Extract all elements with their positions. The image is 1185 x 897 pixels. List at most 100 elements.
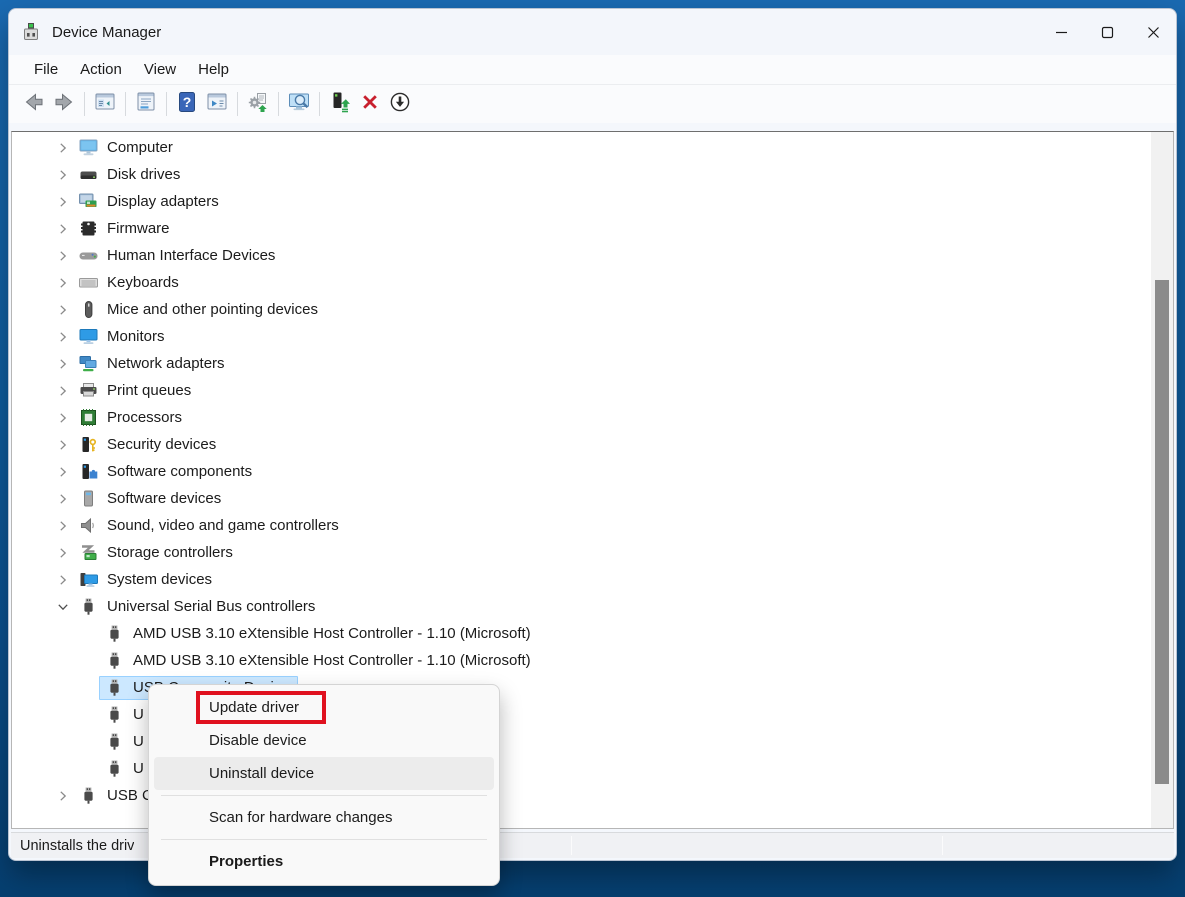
- maximize-button[interactable]: [1084, 9, 1130, 55]
- toolbar-separator: [166, 92, 167, 116]
- chevron-right-icon[interactable]: [52, 789, 73, 803]
- context-menu-item-update-driver[interactable]: Update driver: [154, 691, 494, 724]
- tree-item[interactable]: AMD USB 3.10 eXtensible Host Controller …: [12, 647, 1173, 674]
- statusbar-divider: [942, 836, 943, 855]
- tree-item[interactable]: AMD USB 3.10 eXtensible Host Controller …: [12, 620, 1173, 647]
- context-menu-separator: [161, 795, 487, 796]
- toolbar-button-properties[interactable]: [131, 89, 161, 119]
- tree-item[interactable]: Software devices: [12, 485, 1173, 512]
- chevron-right-icon[interactable]: [52, 519, 73, 533]
- chevron-right-icon[interactable]: [52, 249, 73, 263]
- tree-item-label: Software devices: [107, 490, 221, 507]
- context-menu-item-properties[interactable]: Properties: [154, 845, 494, 878]
- tree-item[interactable]: Mice and other pointing devices: [12, 296, 1173, 323]
- row-content: AMD USB 3.10 eXtensible Host Controller …: [99, 622, 539, 646]
- chevron-right-icon[interactable]: [52, 546, 73, 560]
- minimize-button[interactable]: [1038, 9, 1084, 55]
- close-button[interactable]: [1130, 9, 1176, 55]
- toolbar-button-help[interactable]: ?: [172, 89, 202, 119]
- tree-item[interactable]: Keyboards: [12, 269, 1173, 296]
- update-driver-icon: [328, 90, 352, 119]
- toolbar-button-forward[interactable]: [49, 89, 79, 119]
- row-content: Software devices: [73, 487, 229, 511]
- tree-item[interactable]: Human Interface Devices: [12, 242, 1173, 269]
- row-content: Firmware: [73, 217, 178, 241]
- chevron-right-icon[interactable]: [52, 465, 73, 479]
- minimize-icon: [1055, 26, 1068, 39]
- row-content: U: [99, 757, 152, 781]
- chevron-right-icon[interactable]: [52, 438, 73, 452]
- tree-item-label: Mice and other pointing devices: [107, 301, 318, 318]
- context-menu-item-disable-device[interactable]: Disable device: [154, 724, 494, 757]
- context-menu-item-uninstall-device[interactable]: Uninstall device: [154, 757, 494, 790]
- tree-item[interactable]: Firmware: [12, 215, 1173, 242]
- chevron-right-icon[interactable]: [52, 222, 73, 236]
- device-manager-icon: [19, 20, 43, 44]
- status-text: Uninstalls the driv: [11, 838, 134, 854]
- scrollbar-thumb[interactable]: [1155, 280, 1169, 784]
- tree-item[interactable]: Security devices: [12, 431, 1173, 458]
- tree-item[interactable]: Network adapters: [12, 350, 1173, 377]
- chevron-right-icon[interactable]: [52, 330, 73, 344]
- usb-device-icon: [103, 678, 125, 698]
- chevron-right-icon[interactable]: [52, 303, 73, 317]
- toolbar-button-back[interactable]: [19, 89, 49, 119]
- tree-item[interactable]: Processors: [12, 404, 1173, 431]
- maximize-icon: [1101, 26, 1114, 39]
- tree-item-label: Storage controllers: [107, 544, 233, 561]
- menubar-item-view[interactable]: View: [133, 58, 187, 81]
- tree-item[interactable]: Print queues: [12, 377, 1173, 404]
- chevron-down-icon[interactable]: [52, 600, 73, 614]
- menubar-item-file[interactable]: File: [23, 58, 69, 81]
- context-menu-item-label: Update driver: [209, 699, 299, 716]
- tree-item[interactable]: Software components: [12, 458, 1173, 485]
- network-adapter-icon: [77, 354, 99, 374]
- menubar-item-help[interactable]: Help: [187, 58, 240, 81]
- toolbar-button-console-tree[interactable]: [90, 89, 120, 119]
- tree-item-label: Computer: [107, 139, 173, 156]
- tree-item[interactable]: Storage controllers: [12, 539, 1173, 566]
- chevron-right-icon[interactable]: [52, 384, 73, 398]
- tree-item[interactable]: Display adapters: [12, 188, 1173, 215]
- row-content: Network adapters: [73, 352, 233, 376]
- menubar-item-action[interactable]: Action: [69, 58, 133, 81]
- chevron-right-icon[interactable]: [52, 195, 73, 209]
- chevron-right-icon[interactable]: [52, 411, 73, 425]
- toolbar-button-uninstall-device[interactable]: [355, 89, 385, 119]
- tree-item[interactable]: Computer: [12, 134, 1173, 161]
- context-menu: Update driver Disable device Uninstall dev…: [148, 684, 500, 886]
- toolbar-button-scan-hardware[interactable]: [243, 89, 273, 119]
- tree-item[interactable]: System devices: [12, 566, 1173, 593]
- tree-item-label: U: [133, 760, 144, 777]
- vertical-scrollbar[interactable]: [1151, 132, 1173, 828]
- row-content: Security devices: [73, 433, 224, 457]
- uninstall-device-icon: [358, 90, 382, 119]
- tree-item-label: Disk drives: [107, 166, 180, 183]
- tree-item[interactable]: Universal Serial Bus controllers: [12, 593, 1173, 620]
- mouse-icon: [77, 300, 99, 320]
- chevron-right-icon[interactable]: [52, 276, 73, 290]
- chevron-right-icon[interactable]: [52, 573, 73, 587]
- usb-device-icon: [77, 786, 99, 806]
- keyboard-icon: [77, 273, 99, 293]
- row-content: Human Interface Devices: [73, 244, 283, 268]
- context-menu-item-scan-for-hardware-changes[interactable]: Scan for hardware changes: [154, 801, 494, 834]
- tree-item-label: U: [133, 706, 144, 723]
- software-component-icon: [77, 462, 99, 482]
- firmware-icon: [77, 219, 99, 239]
- chevron-right-icon[interactable]: [52, 357, 73, 371]
- toolbar-button-disable-device[interactable]: [385, 89, 415, 119]
- context-menu-item-label: Disable device: [209, 732, 307, 749]
- toolbar-button-update-driver[interactable]: [325, 89, 355, 119]
- chevron-right-icon[interactable]: [52, 492, 73, 506]
- print-queue-icon: [77, 381, 99, 401]
- row-content: Processors: [73, 406, 190, 430]
- tree-item[interactable]: Disk drives: [12, 161, 1173, 188]
- tree-item[interactable]: Sound, video and game controllers: [12, 512, 1173, 539]
- toolbar-button-action-pane[interactable]: [202, 89, 232, 119]
- chevron-right-icon[interactable]: [52, 141, 73, 155]
- row-content: Display adapters: [73, 190, 227, 214]
- toolbar-button-remote-search[interactable]: [284, 89, 314, 119]
- chevron-right-icon[interactable]: [52, 168, 73, 182]
- tree-item[interactable]: Monitors: [12, 323, 1173, 350]
